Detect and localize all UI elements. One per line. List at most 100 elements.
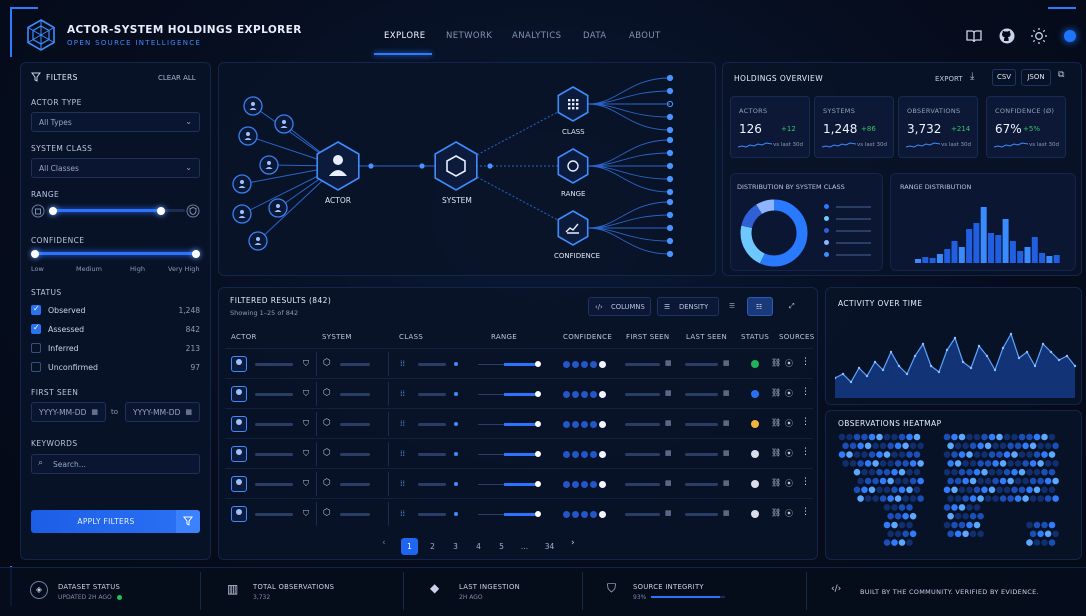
heatmap-cell[interactable]: [891, 451, 898, 458]
heatmap-cell[interactable]: [872, 460, 879, 467]
heatmap-cell[interactable]: [906, 468, 913, 476]
heatmap-cell[interactable]: [913, 451, 921, 458]
heatmap-cell[interactable]: [1037, 460, 1044, 467]
table-row[interactable]: ⛉ ⬡ ⁞⁞ ▦ ▦ ⛓ ⦿ ⋮: [225, 408, 813, 436]
heatmap-cell[interactable]: [887, 495, 894, 502]
leaf-node[interactable]: [666, 162, 674, 170]
heatmap-cell[interactable]: [969, 530, 977, 538]
heatmap-cell[interactable]: [857, 495, 864, 502]
heatmap-cell[interactable]: [1044, 477, 1052, 485]
columns-button[interactable]: ‹/› COLUMNS: [588, 297, 651, 316]
heatmap-cell[interactable]: [868, 468, 876, 476]
col-status[interactable]: STATUS: [741, 333, 769, 341]
heatmap-cell[interactable]: [917, 477, 924, 485]
heatmap-cell[interactable]: [973, 521, 981, 529]
activity-point[interactable]: [961, 360, 965, 364]
heatmap-cell[interactable]: [1011, 486, 1018, 494]
heatmap-cell[interactable]: [1029, 477, 1037, 485]
heatmap-cell[interactable]: [1048, 521, 1056, 529]
heatmap-cell[interactable]: [868, 433, 876, 441]
heatmap-cell[interactable]: [1026, 451, 1033, 458]
table-row[interactable]: ⛉ ⬡ ⁞⁞ ▦ ▦ ⛓ ⦿ ⋮: [225, 498, 813, 526]
heatmap-cell[interactable]: [894, 460, 902, 467]
col-actor[interactable]: ACTOR: [231, 333, 257, 341]
heatmap-cell[interactable]: [981, 433, 988, 441]
heatmap-cell[interactable]: [969, 477, 977, 485]
heatmap-cell[interactable]: [996, 451, 1003, 458]
heatmap-cell[interactable]: [947, 530, 954, 538]
heatmap-cell[interactable]: [951, 451, 958, 458]
heatmap-cell[interactable]: [1003, 451, 1011, 458]
activity-point[interactable]: [865, 374, 869, 378]
heatmap-cell[interactable]: [958, 521, 966, 529]
heatmap-cell[interactable]: [1026, 539, 1033, 546]
heatmap-cell[interactable]: [962, 495, 969, 502]
histogram-bar[interactable]: [1024, 247, 1031, 263]
heatmap-cell[interactable]: [1014, 477, 1022, 485]
heatmap-cell[interactable]: [876, 433, 883, 441]
heatmap-cell[interactable]: [868, 451, 876, 458]
heatmap-cell[interactable]: [1044, 495, 1052, 502]
heatmap-cell[interactable]: [876, 451, 883, 458]
table-row[interactable]: ⛉ ⬡ ⁞⁞ ▦ ▦ ⛓ ⦿ ⋮: [225, 378, 813, 406]
export-json-button[interactable]: JSON: [1021, 69, 1051, 86]
observations-heatmap[interactable]: [838, 432, 1074, 554]
activity-point[interactable]: [1041, 342, 1045, 346]
activity-point[interactable]: [881, 368, 885, 372]
heatmap-cell[interactable]: [1014, 460, 1022, 467]
heatmap-cell[interactable]: [902, 495, 909, 502]
heatmap-cell[interactable]: [943, 468, 951, 476]
heatmap-cell[interactable]: [891, 433, 898, 441]
heatmap-cell[interactable]: [1037, 495, 1044, 502]
heatmap-cell[interactable]: [999, 477, 1007, 485]
activity-chart[interactable]: [835, 318, 1077, 398]
status-checkbox[interactable]: ✓: [31, 304, 41, 315]
heatmap-cell[interactable]: [887, 512, 894, 520]
activity-point[interactable]: [913, 354, 917, 358]
leaf-node[interactable]: [666, 175, 674, 183]
heatmap-cell[interactable]: [906, 451, 913, 458]
heatmap-cell[interactable]: [1011, 433, 1018, 441]
histogram-bar[interactable]: [929, 258, 936, 263]
heatmap-cell[interactable]: [1052, 442, 1059, 450]
heatmap-cell[interactable]: [973, 468, 981, 476]
confidence-slider[interactable]: [35, 252, 197, 255]
heatmap-cell[interactable]: [1007, 460, 1014, 467]
heatmap-cell[interactable]: [1018, 433, 1026, 441]
heatmap-cell[interactable]: [947, 477, 954, 485]
leaf-node[interactable]: [666, 113, 674, 121]
donut-chart[interactable]: [738, 197, 810, 269]
activity-point[interactable]: [945, 348, 949, 352]
col-sources[interactable]: SOURCES: [779, 333, 814, 341]
leaf-node[interactable]: [666, 224, 674, 232]
heatmap-cell[interactable]: [992, 442, 999, 450]
heatmap-cell[interactable]: [883, 486, 891, 494]
heatmap-cell[interactable]: [1033, 521, 1041, 529]
heatmap-cell[interactable]: [958, 433, 966, 441]
heatmap-cell[interactable]: [898, 486, 906, 494]
heatmap-cell[interactable]: [966, 433, 973, 441]
heatmap-cell[interactable]: [898, 539, 906, 546]
col-confidence[interactable]: CONFIDENCE: [563, 333, 612, 341]
heatmap-cell[interactable]: [1026, 468, 1033, 476]
heatmap-cell[interactable]: [1003, 468, 1011, 476]
activity-point[interactable]: [849, 380, 853, 384]
heatmap-cell[interactable]: [947, 460, 954, 467]
table-row[interactable]: ⛉ ⬡ ⁞⁞ ▦ ▦ ⛓ ⦿ ⋮: [225, 348, 813, 376]
heatmap-cell[interactable]: [973, 486, 981, 494]
heatmap-cell[interactable]: [846, 433, 853, 441]
histogram-bar[interactable]: [951, 241, 958, 263]
heatmap-cell[interactable]: [992, 495, 999, 502]
heatmap-cell[interactable]: [954, 460, 962, 467]
heatmap-cell[interactable]: [1018, 451, 1026, 458]
heatmap-cell[interactable]: [988, 486, 996, 494]
col-last-seen[interactable]: LAST SEEN: [686, 333, 727, 341]
heatmap-cell[interactable]: [846, 451, 853, 458]
heatmap-cell[interactable]: [883, 433, 891, 441]
heatmap-cell[interactable]: [988, 433, 996, 441]
page-button[interactable]: 1: [401, 538, 418, 555]
heatmap-cell[interactable]: [906, 486, 913, 494]
heatmap-cell[interactable]: [902, 477, 909, 485]
heatmap-cell[interactable]: [943, 521, 951, 529]
heatmap-cell[interactable]: [894, 495, 902, 502]
